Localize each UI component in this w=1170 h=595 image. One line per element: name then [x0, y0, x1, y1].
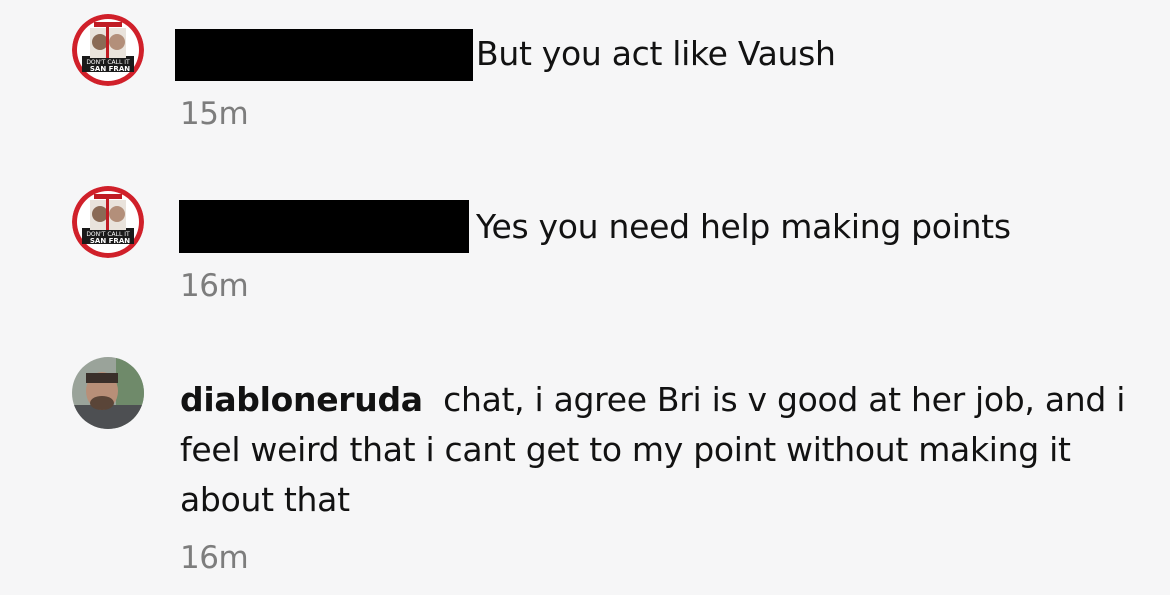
comment-item: DON'T CALL IT SAN FRAN Yes you need help… — [0, 0, 1170, 320]
username[interactable]: diabloneruda — [180, 380, 423, 419]
timestamp: 16m — [180, 540, 249, 576]
avatar[interactable]: DON'T CALL IT SAN FRAN — [72, 186, 144, 258]
avatar[interactable] — [72, 357, 144, 429]
podcast-logo-icon: DON'T CALL IT SAN FRAN — [72, 186, 144, 258]
comment-text: Yes you need help making points — [476, 207, 1011, 246]
comment-item: diabloneruda chat, i agree Bri is v good… — [0, 357, 1170, 595]
user-photo-icon — [72, 357, 144, 429]
timestamp: 16m — [180, 268, 249, 304]
svg-text:SAN FRAN: SAN FRAN — [90, 237, 130, 245]
comment-body: diabloneruda chat, i agree Bri is v good… — [180, 375, 1140, 525]
redacted-username — [179, 200, 469, 253]
